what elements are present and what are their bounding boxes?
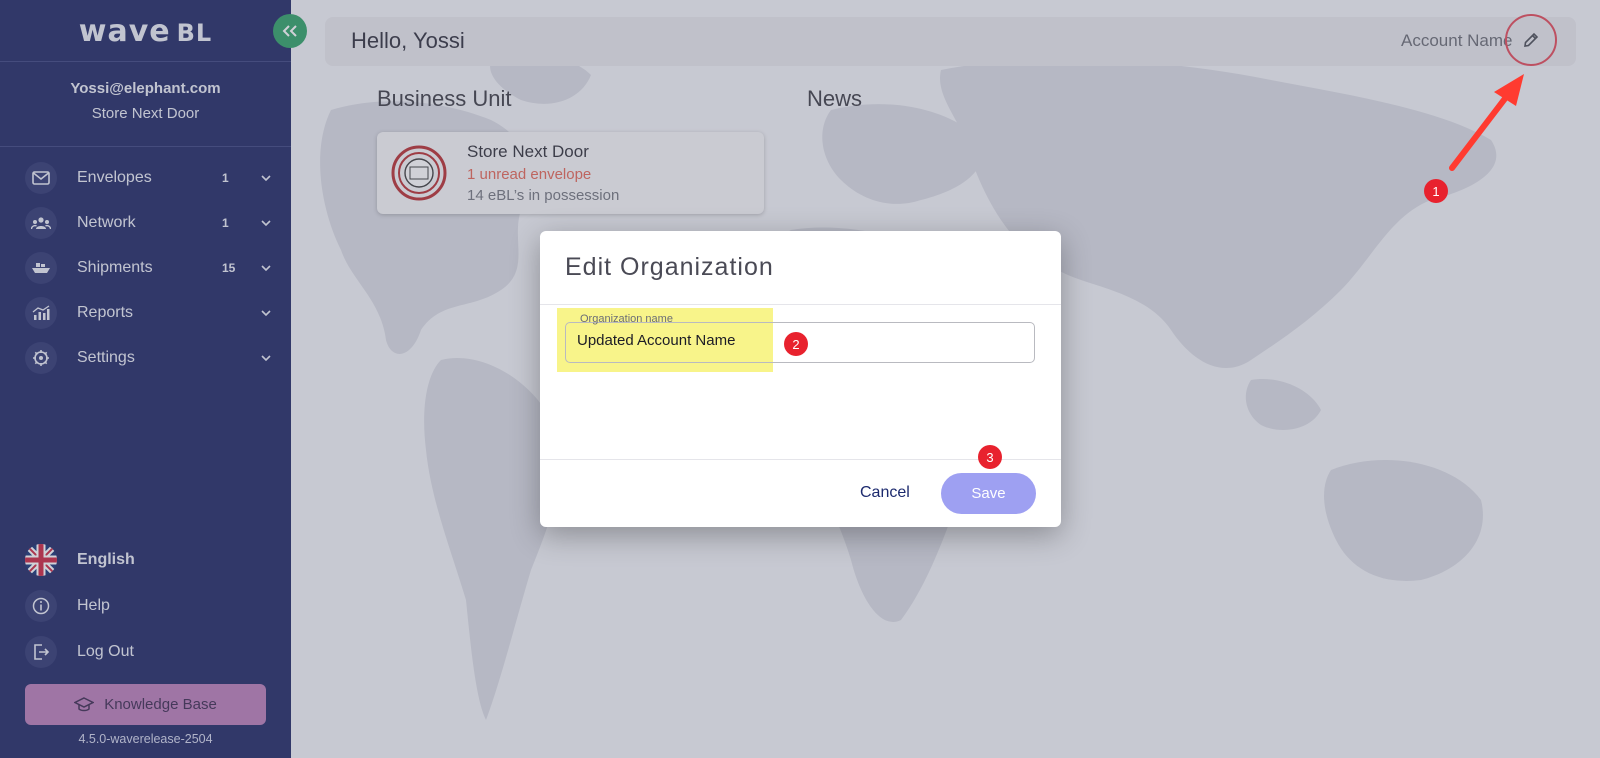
annotation-step-1: 1 xyxy=(1424,179,1448,203)
organization-name-label: Organization name xyxy=(580,313,673,325)
annotation-step-2: 2 xyxy=(784,332,808,356)
save-button[interactable]: Save xyxy=(941,473,1036,514)
dialog-divider xyxy=(540,304,1061,305)
annotation-arrow-icon xyxy=(1449,74,1524,171)
annotation-step-3: 3 xyxy=(978,445,1002,469)
dialog-title: Edit Organization xyxy=(565,253,774,281)
cancel-button[interactable]: Cancel xyxy=(860,484,910,502)
organization-name-input[interactable] xyxy=(577,332,777,349)
edit-organization-dialog: Edit Organization Organization name Canc… xyxy=(540,231,1061,527)
